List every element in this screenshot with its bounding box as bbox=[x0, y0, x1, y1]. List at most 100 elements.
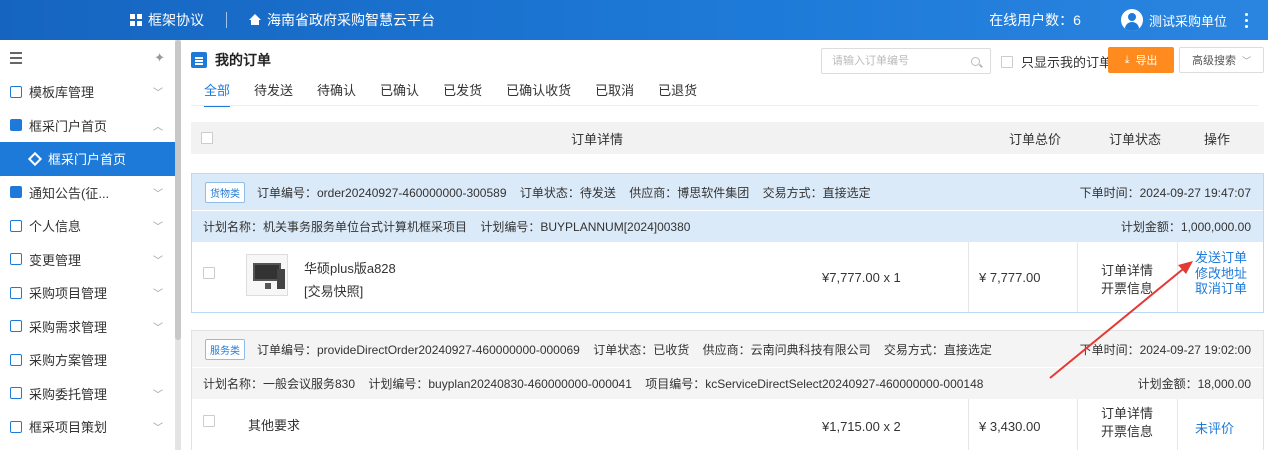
tab-received[interactable]: 已确认收货 bbox=[506, 80, 571, 107]
order-total: ¥ 7,777.00 bbox=[979, 270, 1041, 285]
sidebar-item-template-library[interactable]: 模板库管理 ﹀ bbox=[0, 75, 175, 109]
order-detail-link[interactable]: 订单详情 bbox=[1101, 405, 1153, 423]
column-header-total: 订单总价 bbox=[1009, 131, 1062, 147]
tab-pending-send[interactable]: 待发送 bbox=[254, 80, 293, 107]
page-title: 我的订单 bbox=[191, 50, 271, 70]
trade-method: 交易方式：直接选定 bbox=[762, 185, 871, 200]
sidebar-item-portal[interactable]: 框采门户首页 ︿ bbox=[0, 109, 175, 143]
order-detail-link[interactable]: 订单详情 bbox=[1101, 262, 1153, 280]
folder-icon bbox=[10, 420, 22, 433]
cancel-order-link[interactable]: 取消订单 bbox=[1195, 281, 1247, 297]
trade-snapshot-link[interactable]: [交易快照] bbox=[304, 281, 363, 300]
order-actions: 发送订单 修改地址 取消订单 bbox=[1195, 250, 1247, 297]
invoice-info-link[interactable]: 开票信息 bbox=[1101, 423, 1153, 441]
cell-divider bbox=[1077, 242, 1078, 312]
sidebar-item-requirements[interactable]: 采购需求管理 ﹀ bbox=[0, 310, 175, 344]
product-thumbnail[interactable] bbox=[246, 254, 288, 296]
sidebar-item-label: 个人信息 bbox=[29, 219, 82, 235]
menu-toggle-icon[interactable] bbox=[10, 51, 22, 64]
user-name[interactable]: 测试采购单位 bbox=[1149, 11, 1227, 30]
sidebar-item-label: 采购委托管理 bbox=[29, 386, 108, 402]
order-total: ¥ 3,430.00 bbox=[979, 419, 1041, 434]
more-vertical-icon[interactable] bbox=[1245, 12, 1248, 28]
cell-divider bbox=[1177, 399, 1178, 450]
order-actions: 未评价 bbox=[1195, 421, 1234, 437]
download-icon: ⤓ bbox=[1124, 53, 1130, 66]
user-avatar-icon[interactable] bbox=[1120, 9, 1143, 31]
chevron-down-icon: ﹀ bbox=[153, 322, 163, 334]
sidebar-item-plans[interactable]: 采购方案管理 bbox=[0, 343, 175, 377]
status-links: 订单详情 开票信息 bbox=[1101, 405, 1153, 441]
cell-divider bbox=[968, 242, 969, 312]
order-checkbox[interactable] bbox=[203, 267, 215, 279]
order-card: 服务类 订单编号：provideDirectOrder20240927-4600… bbox=[191, 330, 1264, 450]
apps-icon bbox=[10, 119, 22, 132]
invoice-info-link[interactable]: 开票信息 bbox=[1101, 280, 1153, 298]
apps-grid-icon[interactable] bbox=[130, 14, 142, 26]
unit-price: ¥1,715.00 x 2 bbox=[822, 419, 901, 434]
only-mine-toggle[interactable]: 只显示我的订单 bbox=[1001, 52, 1112, 71]
main-panel: 我的订单 只显示我的订单 ⤓ 导出 高级搜索 ﹀ 全部 待发送 待确认 已确认 … bbox=[181, 40, 1268, 450]
only-mine-label: 只显示我的订单 bbox=[1021, 55, 1113, 70]
sidebar-item-projects[interactable]: 采购项目管理 ﹀ bbox=[0, 276, 175, 310]
chevron-down-icon: ﹀ bbox=[153, 88, 163, 100]
change-icon bbox=[10, 253, 22, 266]
order-status: 订单状态：待发送 bbox=[519, 185, 616, 200]
order-item-row: 其他要求 ¥1,715.00 x 2 ¥ 3,430.00 订单详情 开票信息 … bbox=[192, 399, 1263, 450]
export-button[interactable]: ⤓ 导出 bbox=[1108, 47, 1174, 73]
sidebar-item-label: 框采门户首页 bbox=[48, 152, 127, 168]
sidebar-item-profile[interactable]: 个人信息 ﹀ bbox=[0, 209, 175, 243]
advanced-search-button[interactable]: 高级搜索 ﹀ bbox=[1179, 47, 1264, 73]
column-header-status: 订单状态 bbox=[1109, 131, 1162, 147]
sidebar: ✦ 模板库管理 ﹀ 框采门户首页 ︿ 框采门户首页 通知公告(征... ﹀ 个人… bbox=[0, 40, 175, 450]
tab-all[interactable]: 全部 bbox=[204, 80, 231, 107]
project-icon bbox=[10, 286, 22, 299]
apps-icon bbox=[10, 186, 22, 199]
plan-number: 计划编号：buyplan20240830-460000000-000041 bbox=[368, 377, 632, 391]
tab-returned[interactable]: 已退货 bbox=[658, 80, 697, 107]
supplier: 供应商：云南问典科技有限公司 bbox=[702, 342, 871, 357]
modify-address-link[interactable]: 修改地址 bbox=[1195, 266, 1247, 282]
category-badge: 货物类 bbox=[205, 181, 245, 203]
order-search[interactable] bbox=[821, 48, 991, 74]
tab-shipped[interactable]: 已发货 bbox=[443, 80, 482, 107]
trade-method: 交易方式：直接选定 bbox=[883, 342, 992, 357]
sidebar-item-label: 变更管理 bbox=[29, 252, 82, 268]
product-name[interactable]: 华硕plus版a828 bbox=[304, 258, 396, 277]
sidebar-item-planning[interactable]: 框采项目策划 ﹀ bbox=[0, 410, 175, 444]
order-card: 货物类 订单编号：order20240927-460000000-300589 … bbox=[191, 173, 1264, 313]
diamond-icon bbox=[27, 151, 43, 166]
tab-cancelled[interactable]: 已取消 bbox=[595, 80, 634, 107]
sidebar-item-label: 通知公告(征... bbox=[29, 185, 110, 201]
only-mine-checkbox[interactable] bbox=[1001, 55, 1013, 68]
select-all-checkbox[interactable] bbox=[201, 132, 213, 144]
supplier: 供应商：博思软件集团 bbox=[629, 185, 750, 200]
platform-name[interactable]: 海南省政府采购智慧云平台 bbox=[267, 10, 435, 30]
cell-divider bbox=[1077, 399, 1078, 450]
template-icon bbox=[10, 85, 22, 98]
pc-tower-icon bbox=[277, 269, 285, 289]
order-checkbox[interactable] bbox=[203, 415, 215, 427]
sidebar-toolbar: ✦ bbox=[0, 40, 175, 75]
requirement-icon bbox=[10, 320, 22, 333]
tab-confirmed[interactable]: 已确认 bbox=[380, 80, 419, 107]
order-search-input[interactable] bbox=[832, 55, 971, 67]
send-order-link[interactable]: 发送订单 bbox=[1195, 250, 1247, 266]
sidebar-item-portal-home[interactable]: 框采门户首页 bbox=[0, 142, 175, 176]
sidebar-item-notices[interactable]: 通知公告(征... ﹀ bbox=[0, 176, 175, 210]
plan-amount: 计划金额：18,000.00 bbox=[1137, 377, 1251, 391]
sidebar-item-label: 模板库管理 bbox=[29, 85, 95, 101]
home-icon bbox=[249, 14, 261, 25]
not-reviewed-link[interactable]: 未评价 bbox=[1195, 421, 1234, 437]
order-status-tabs: 全部 待发送 待确认 已确认 已发货 已确认收货 已取消 已退货 bbox=[204, 80, 721, 107]
chevron-down-icon: ﹀ bbox=[153, 255, 163, 267]
module-name[interactable]: 框架协议 bbox=[148, 10, 204, 30]
product-name[interactable]: 其他要求 bbox=[248, 415, 300, 434]
sidebar-item-label: 框采门户首页 bbox=[29, 118, 108, 134]
pin-icon[interactable]: ✦ bbox=[154, 50, 165, 66]
sidebar-item-entrust[interactable]: 采购委托管理 ﹀ bbox=[0, 377, 175, 411]
chevron-down-icon: ﹀ bbox=[153, 289, 163, 301]
tab-pending-confirm[interactable]: 待确认 bbox=[317, 80, 356, 107]
search-icon[interactable] bbox=[971, 56, 980, 66]
sidebar-item-change[interactable]: 变更管理 ﹀ bbox=[0, 243, 175, 277]
